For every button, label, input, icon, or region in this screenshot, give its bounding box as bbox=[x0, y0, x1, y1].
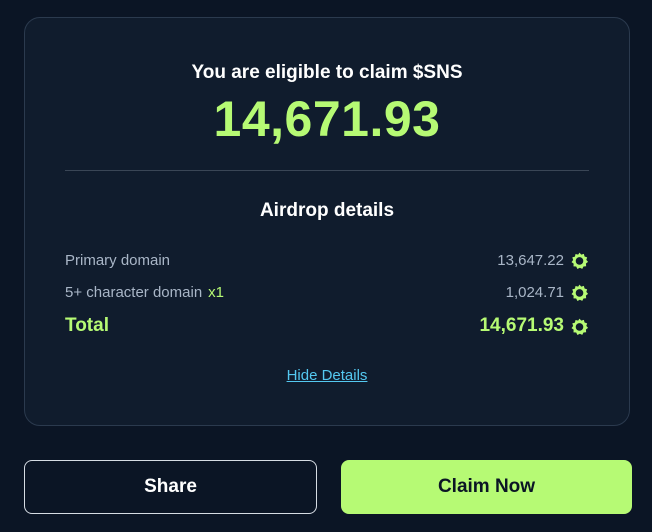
hide-details-wrap: Hide Details bbox=[25, 367, 629, 385]
detail-label-wrap: 5+ character domain x1 bbox=[65, 284, 224, 301]
claim-amount: 14,671.93 bbox=[213, 91, 441, 147]
share-button[interactable]: Share bbox=[24, 460, 317, 514]
sns-token-icon bbox=[571, 252, 589, 269]
detail-row-total: Total 14,671.93 bbox=[65, 314, 589, 338]
detail-label: 5+ character domain bbox=[65, 283, 203, 301]
detail-value-wrap: 1,024.71 bbox=[506, 283, 589, 302]
hide-details-link[interactable]: Hide Details bbox=[287, 367, 368, 384]
total-value-wrap: 14,671.93 bbox=[479, 315, 589, 337]
multiplier-badge: x1 bbox=[208, 283, 225, 301]
claim-now-button[interactable]: Claim Now bbox=[341, 460, 632, 514]
sns-token-icon bbox=[571, 318, 589, 335]
airdrop-details-title: Airdrop details bbox=[259, 200, 395, 221]
detail-label: Primary domain bbox=[65, 251, 171, 269]
detail-value: 13,647.22 bbox=[497, 251, 564, 269]
detail-value-wrap: 13,647.22 bbox=[497, 251, 589, 270]
detail-row-primary-domain: Primary domain 13,647.22 bbox=[65, 248, 589, 272]
detail-row-character-domain: 5+ character domain x1 1,024.71 bbox=[65, 280, 589, 304]
sns-token-icon bbox=[571, 284, 589, 301]
total-label: Total bbox=[65, 315, 109, 336]
eligibility-headline: You are eligible to claim $SNS bbox=[191, 62, 463, 83]
divider bbox=[65, 170, 589, 171]
detail-value: 1,024.71 bbox=[505, 283, 564, 301]
claim-card: You are eligible to claim $SNS 14,671.93… bbox=[24, 17, 630, 426]
total-value: 14,671.93 bbox=[479, 315, 564, 336]
